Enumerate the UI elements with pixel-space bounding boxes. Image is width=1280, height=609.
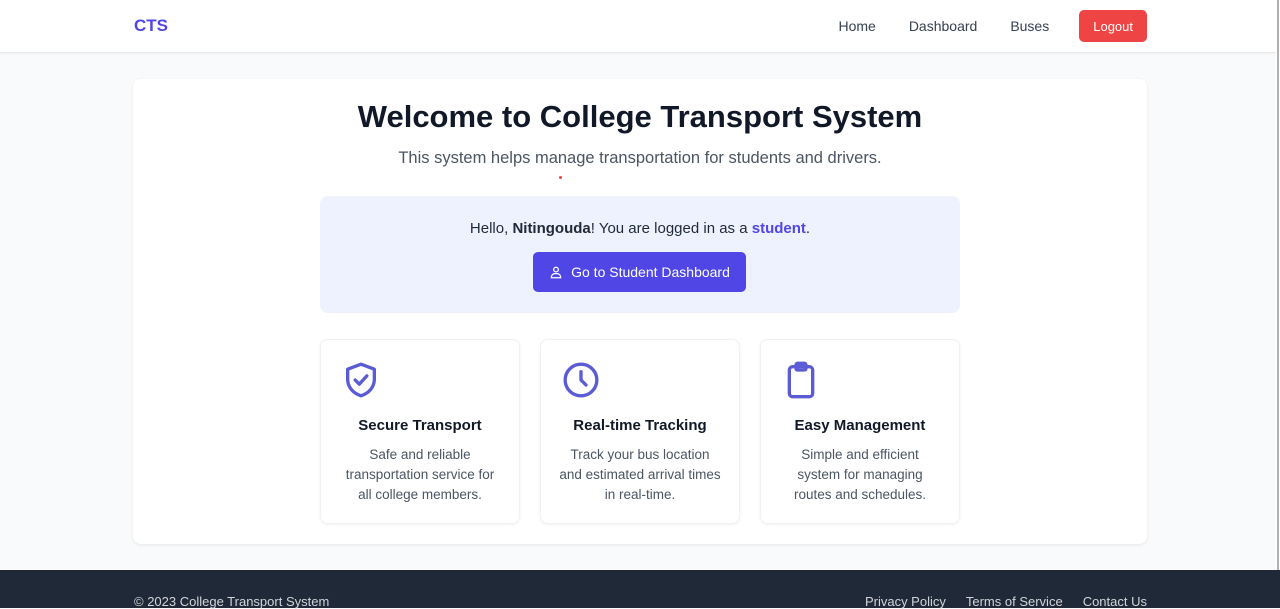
footer-link-contact[interactable]: Contact Us [1083, 594, 1147, 609]
feature-description: Simple and efficient system for managing… [793, 447, 927, 502]
feature-card-secure: Secure Transport Safe and reliable trans… [320, 339, 520, 524]
footer-copyright: © 2023 College Transport System [134, 594, 330, 609]
student-dashboard-label: Go to Student Dashboard [571, 264, 730, 280]
welcome-box: Hello, Nitingouda! You are logged in as … [320, 196, 960, 313]
greeting-middle: ! You are logged in as a [590, 220, 752, 237]
clock-icon [563, 362, 599, 398]
main-card: Welcome to College Transport System This… [133, 79, 1147, 544]
page-subtitle: This system helps manage transportation … [398, 149, 882, 167]
brand-logo[interactable]: CTS [134, 16, 168, 36]
nav-link-dashboard[interactable]: Dashboard [909, 18, 978, 34]
feature-card-tracking: Real-time Tracking Track your bus locati… [540, 339, 740, 524]
footer-links: Privacy Policy Terms of Service Contact … [845, 594, 1147, 609]
feature-card-management: Easy Management Simple and efficient sys… [760, 339, 960, 524]
page-scrollbar[interactable] [1276, 0, 1280, 608]
nav-link-buses[interactable]: Buses [1010, 18, 1049, 34]
greeting-prefix: Hello, [469, 220, 513, 237]
red-dot [559, 176, 562, 179]
footer: © 2023 College Transport System Privacy … [0, 570, 1280, 609]
feature-description: Track your bus location and estimated ar… [559, 447, 721, 502]
user-role: student [751, 220, 806, 237]
feature-title: Secure Transport [358, 417, 482, 434]
feature-title: Easy Management [794, 417, 926, 434]
scrollbar-thumb[interactable] [1277, 0, 1279, 580]
greeting-suffix: . [805, 220, 811, 237]
user-name: Nitingouda [512, 220, 591, 237]
shield-check-icon [346, 362, 376, 398]
feature-title: Real-time Tracking [573, 417, 707, 434]
footer-link-privacy[interactable]: Privacy Policy [865, 594, 946, 609]
top-navbar: CTS Home Dashboard Buses Logout [0, 0, 1276, 53]
page-title: Welcome to College Transport System [357, 99, 923, 134]
user-icon [550, 266, 562, 278]
nav-links: Home Dashboard Buses Logout [805, 0, 1147, 52]
footer-link-terms[interactable]: Terms of Service [966, 594, 1063, 609]
nav-link-home[interactable]: Home [838, 18, 875, 34]
logout-button[interactable]: Logout [1079, 10, 1147, 42]
student-dashboard-button[interactable]: Go to Student Dashboard [533, 252, 746, 292]
feature-description: Safe and reliable transportation service… [345, 447, 495, 502]
greeting-text: Hello, Nitingouda! You are logged in as … [320, 220, 960, 237]
clipboard-icon [787, 361, 815, 399]
